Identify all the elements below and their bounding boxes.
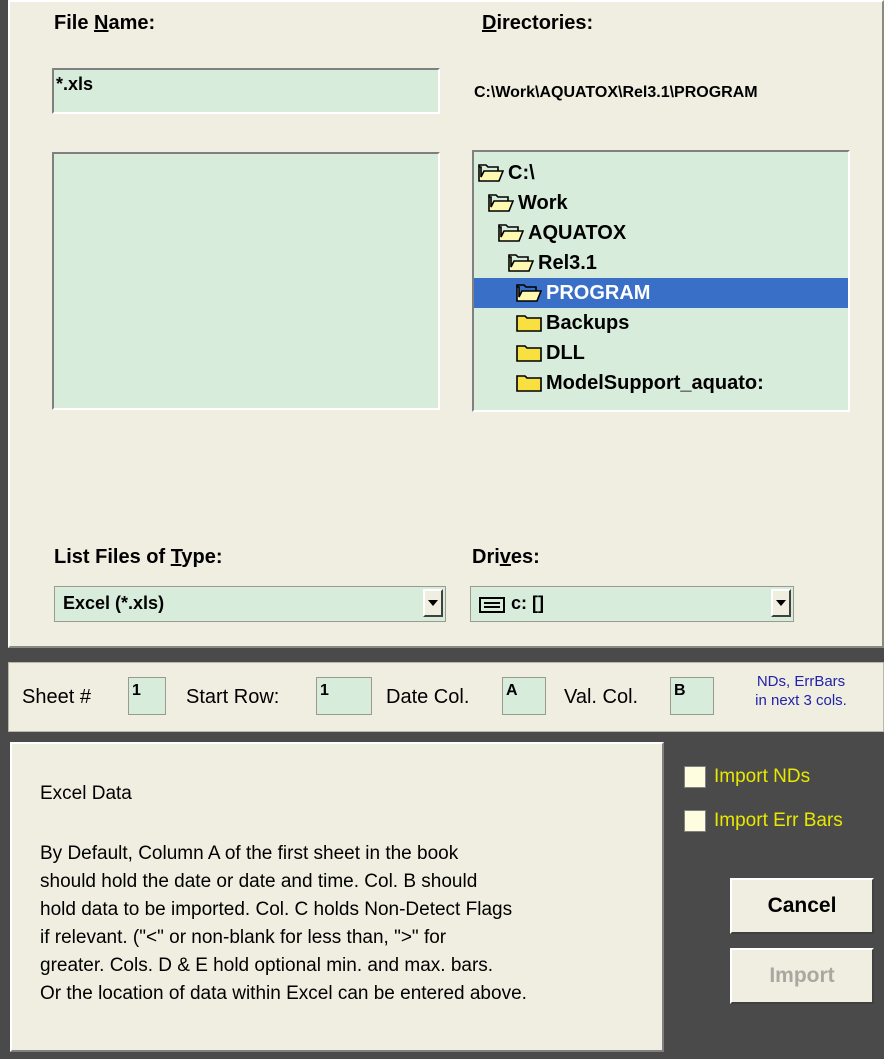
file-type-dropdown-button[interactable] [423, 589, 443, 617]
val-col-label: Val. Col. [564, 686, 639, 708]
file-type-label: List Files of Type: [54, 546, 223, 568]
drives-dropdown-button[interactable] [771, 589, 791, 617]
description-line: should hold the date or date and time. C… [40, 871, 478, 892]
columns-note: NDs, ErrBars in next 3 cols. [730, 672, 872, 710]
file-type-value: Excel (*.xls) [63, 593, 165, 613]
sheet-number-input[interactable]: 1 [128, 677, 166, 715]
file-type-select[interactable]: Excel (*.xls) [54, 586, 446, 622]
directory-item[interactable]: AQUATOX [474, 218, 848, 248]
drive-icon [479, 597, 505, 613]
import-button[interactable]: Import [730, 948, 874, 1004]
directories-label: Directories: [482, 12, 594, 34]
directory-item[interactable]: DLL [474, 338, 848, 368]
directory-item[interactable]: Rel3.1 [474, 248, 848, 278]
import-nds-checkbox[interactable]: Import NDs [684, 766, 810, 788]
start-row-input[interactable]: 1 [316, 677, 372, 715]
file-name-label: File Name: [54, 12, 156, 34]
open-folder-icon [516, 283, 546, 303]
drives-select[interactable]: c: [] [470, 586, 794, 622]
open-folder-icon [488, 193, 518, 213]
import-err-bars-checkbox[interactable]: Import Err Bars [684, 810, 843, 832]
import-nds-box[interactable] [684, 766, 706, 788]
directory-item[interactable]: ModelSupport_aquato: [474, 368, 848, 398]
val-col-input[interactable]: B [670, 677, 714, 715]
cancel-button[interactable]: Cancel [730, 878, 874, 934]
description-title: Excel Data [40, 783, 132, 804]
directory-item[interactable]: C:\ [474, 158, 848, 188]
description-line: greater. Cols. D & E hold optional min. … [40, 955, 494, 976]
directory-item-label: Backups [546, 311, 630, 334]
drives-value: c: [] [511, 593, 544, 613]
open-folder-icon [478, 163, 508, 183]
sheet-number-label: Sheet # [22, 686, 91, 708]
import-err-bars-box[interactable] [684, 810, 706, 832]
date-col-input[interactable]: A [502, 677, 546, 715]
description-line: hold data to be imported. Col. C holds N… [40, 899, 513, 920]
description-line: Or the location of data within Excel can… [40, 983, 527, 1004]
date-col-label: Date Col. [386, 686, 470, 708]
directory-item-label: ModelSupport_aquato: [546, 371, 764, 394]
directory-item[interactable]: PROGRAM [474, 278, 848, 308]
import-err-bars-label: Import Err Bars [714, 810, 843, 831]
file-list[interactable] [52, 152, 440, 410]
directory-tree[interactable]: C:\ Work AQUATOX Rel3.1 PROGRAM Backups DLL Mod… [472, 150, 850, 412]
import-nds-label: Import NDs [714, 766, 811, 787]
start-row-label: Start Row: [186, 686, 280, 708]
directory-item[interactable]: Backups [474, 308, 848, 338]
directory-item-label: PROGRAM [546, 281, 651, 304]
chevron-down-icon [776, 600, 786, 606]
columns-note-line2: in next 3 cols. [755, 692, 847, 709]
directory-item-label: C:\ [508, 161, 535, 184]
current-path: C:\Work\AQUATOX\Rel3.1\PROGRAM [474, 84, 758, 101]
directory-item[interactable]: Work [474, 188, 848, 218]
drives-label: Drives: [472, 546, 540, 568]
description-line: By Default, Column A of the first sheet … [40, 843, 459, 864]
directory-item-label: Work [518, 191, 568, 214]
description-line: if relevant. ("<" or non-blank for less … [40, 927, 447, 948]
closed-folder-icon [516, 343, 546, 363]
open-folder-icon [508, 253, 538, 273]
chevron-down-icon [428, 600, 438, 606]
columns-note-line1: NDs, ErrBars [756, 673, 846, 690]
closed-folder-icon [516, 373, 546, 393]
directory-item-label: Rel3.1 [538, 251, 597, 274]
closed-folder-icon [516, 313, 546, 333]
open-folder-icon [498, 223, 528, 243]
file-name-input[interactable]: *.xls [52, 68, 440, 114]
directory-item-label: DLL [546, 341, 585, 364]
directory-item-label: AQUATOX [528, 221, 627, 244]
